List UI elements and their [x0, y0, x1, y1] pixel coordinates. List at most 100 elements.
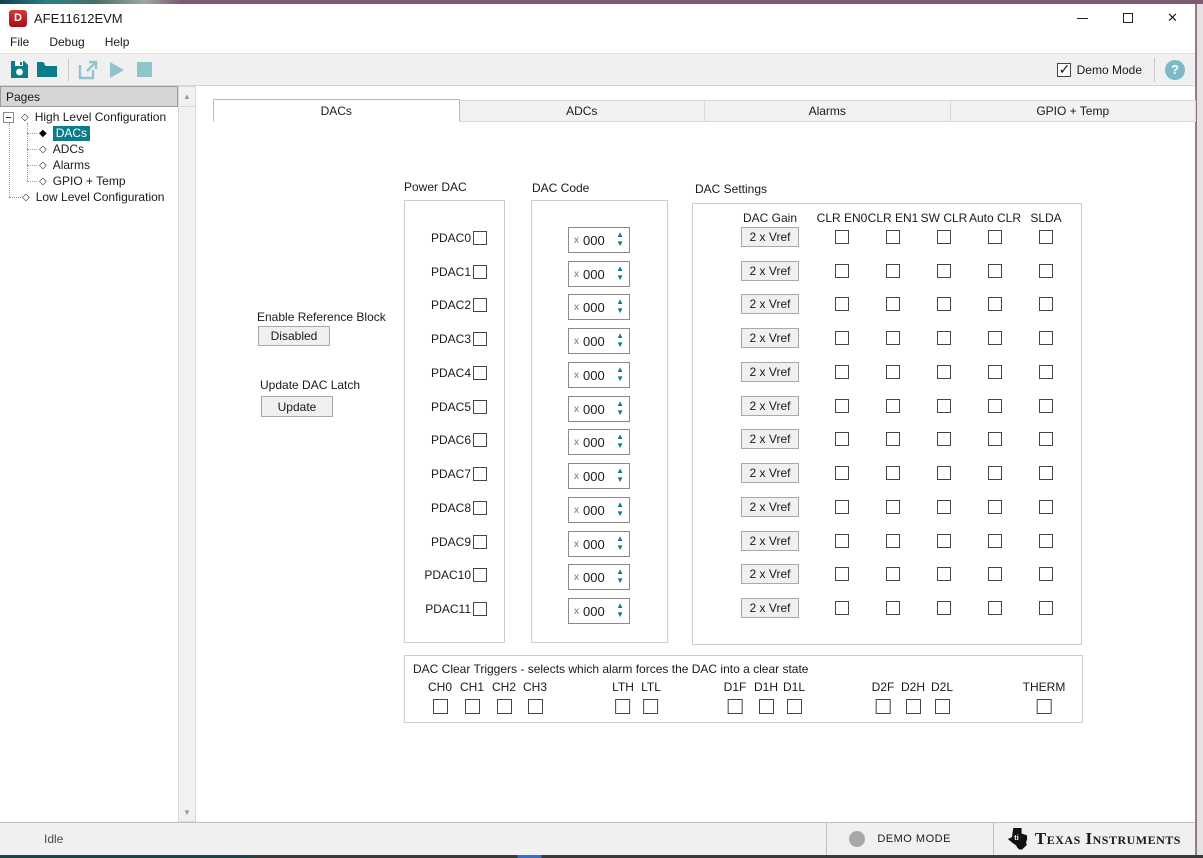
- dac-code-value[interactable]: 000: [583, 233, 605, 248]
- settings-checkbox-clr-en0[interactable]: [835, 399, 849, 413]
- settings-checkbox-clr-en0[interactable]: [835, 601, 849, 615]
- clear-trigger-checkbox-ch2[interactable]: [496, 699, 511, 714]
- settings-checkbox-slda[interactable]: [1039, 466, 1053, 480]
- tree-item-label[interactable]: ADCs: [53, 142, 84, 156]
- dac-gain-button[interactable]: 2 x Vref: [741, 497, 799, 517]
- settings-checkbox-clr-en0[interactable]: [835, 331, 849, 345]
- close-button[interactable]: ✕: [1150, 4, 1195, 32]
- settings-checkbox-auto-clr[interactable]: [988, 500, 1002, 514]
- dac-gain-button[interactable]: 2 x Vref: [741, 531, 799, 551]
- settings-checkbox-sw-clr[interactable]: [937, 365, 951, 379]
- run-button[interactable]: [105, 60, 127, 80]
- settings-checkbox-clr-en0[interactable]: [835, 297, 849, 311]
- settings-checkbox-slda[interactable]: [1039, 601, 1053, 615]
- sidebar-item-gpio-temp[interactable]: ◇GPIO + Temp: [39, 173, 126, 189]
- settings-checkbox-sw-clr[interactable]: [937, 432, 951, 446]
- settings-checkbox-clr-en0[interactable]: [835, 534, 849, 548]
- menu-help[interactable]: Help: [95, 33, 140, 52]
- settings-checkbox-slda[interactable]: [1039, 500, 1053, 514]
- clear-trigger-checkbox-d1l[interactable]: [786, 699, 801, 714]
- dac-code-spinner[interactable]: x000▲▼: [568, 261, 630, 287]
- settings-checkbox-sw-clr[interactable]: [937, 534, 951, 548]
- settings-checkbox-clr-en0[interactable]: [835, 567, 849, 581]
- dac-gain-button[interactable]: 2 x Vref: [741, 463, 799, 483]
- settings-checkbox-slda[interactable]: [1039, 567, 1053, 581]
- settings-checkbox-sw-clr[interactable]: [937, 466, 951, 480]
- spin-down-icon[interactable]: ▼: [616, 375, 624, 384]
- spin-down-icon[interactable]: ▼: [616, 409, 624, 418]
- clear-trigger-checkbox-therm[interactable]: [1036, 699, 1051, 714]
- menu-debug[interactable]: Debug: [39, 33, 94, 52]
- dac-code-spinner[interactable]: x000▲▼: [568, 497, 630, 523]
- settings-checkbox-sw-clr[interactable]: [937, 264, 951, 278]
- clear-trigger-checkbox-d2h[interactable]: [905, 699, 920, 714]
- settings-checkbox-auto-clr[interactable]: [988, 601, 1002, 615]
- settings-checkbox-clr-en0[interactable]: [835, 365, 849, 379]
- minimize-button[interactable]: [1060, 4, 1105, 32]
- settings-checkbox-clr-en1[interactable]: [886, 534, 900, 548]
- settings-checkbox-slda[interactable]: [1039, 331, 1053, 345]
- sidebar-item-dacs[interactable]: ◆DACs: [39, 125, 90, 141]
- clear-trigger-checkbox-ltl[interactable]: [643, 699, 658, 714]
- settings-checkbox-sw-clr[interactable]: [937, 567, 951, 581]
- spin-down-icon[interactable]: ▼: [616, 510, 624, 519]
- tree-item-label[interactable]: GPIO + Temp: [53, 174, 126, 188]
- dac-gain-button[interactable]: 2 x Vref: [741, 261, 799, 281]
- dac-code-spinner[interactable]: x000▲▼: [568, 328, 630, 354]
- clear-trigger-checkbox-ch0[interactable]: [432, 699, 447, 714]
- settings-checkbox-clr-en0[interactable]: [835, 264, 849, 278]
- settings-checkbox-sw-clr[interactable]: [937, 297, 951, 311]
- tab-alarms[interactable]: Alarms: [705, 100, 951, 122]
- settings-checkbox-clr-en1[interactable]: [886, 331, 900, 345]
- power-dac-checkbox-pdac5[interactable]: [473, 400, 487, 414]
- sidebar-scrollbar[interactable]: ▼: [178, 107, 196, 822]
- settings-checkbox-auto-clr[interactable]: [988, 399, 1002, 413]
- dac-gain-button[interactable]: 2 x Vref: [741, 294, 799, 314]
- spin-down-icon[interactable]: ▼: [616, 240, 624, 249]
- sidebar-item-adcs[interactable]: ◇ADCs: [39, 141, 84, 157]
- settings-checkbox-clr-en0[interactable]: [835, 230, 849, 244]
- tree-item-label[interactable]: Low Level Configuration: [36, 190, 165, 204]
- settings-checkbox-auto-clr[interactable]: [988, 432, 1002, 446]
- power-dac-checkbox-pdac6[interactable]: [473, 433, 487, 447]
- tree-item-label[interactable]: Alarms: [53, 158, 90, 172]
- clear-trigger-checkbox-d1h[interactable]: [758, 699, 773, 714]
- spin-down-icon[interactable]: ▼: [616, 611, 624, 620]
- clear-trigger-checkbox-ch1[interactable]: [464, 699, 479, 714]
- stop-button[interactable]: [133, 60, 155, 80]
- settings-checkbox-clr-en1[interactable]: [886, 601, 900, 615]
- dac-gain-button[interactable]: 2 x Vref: [741, 396, 799, 416]
- dac-code-spinner[interactable]: x000▲▼: [568, 598, 630, 624]
- settings-checkbox-slda[interactable]: [1039, 230, 1053, 244]
- settings-checkbox-sw-clr[interactable]: [937, 601, 951, 615]
- power-dac-checkbox-pdac1[interactable]: [473, 265, 487, 279]
- dac-code-value[interactable]: 000: [583, 300, 605, 315]
- settings-checkbox-auto-clr[interactable]: [988, 264, 1002, 278]
- maximize-button[interactable]: [1105, 4, 1150, 32]
- power-dac-checkbox-pdac3[interactable]: [473, 332, 487, 346]
- dac-code-value[interactable]: 000: [583, 503, 605, 518]
- settings-checkbox-slda[interactable]: [1039, 432, 1053, 446]
- settings-checkbox-auto-clr[interactable]: [988, 297, 1002, 311]
- settings-checkbox-slda[interactable]: [1039, 297, 1053, 311]
- settings-checkbox-slda[interactable]: [1039, 365, 1053, 379]
- clear-trigger-checkbox-ch3[interactable]: [527, 699, 542, 714]
- dac-code-spinner[interactable]: x000▲▼: [568, 294, 630, 320]
- dac-code-value[interactable]: 000: [583, 604, 605, 619]
- settings-checkbox-slda[interactable]: [1039, 534, 1053, 548]
- dac-gain-button[interactable]: 2 x Vref: [741, 598, 799, 618]
- power-dac-checkbox-pdac8[interactable]: [473, 501, 487, 515]
- power-dac-checkbox-pdac7[interactable]: [473, 467, 487, 481]
- scroll-up-button[interactable]: ▲: [178, 86, 196, 107]
- tree-collapse-icon[interactable]: [3, 112, 14, 123]
- tab-dacs[interactable]: DACs: [213, 99, 460, 122]
- reference-block-button[interactable]: Disabled: [258, 326, 330, 346]
- settings-checkbox-clr-en1[interactable]: [886, 264, 900, 278]
- scroll-down-button[interactable]: ▼: [179, 803, 195, 821]
- spin-down-icon[interactable]: ▼: [616, 442, 624, 451]
- dac-gain-button[interactable]: 2 x Vref: [741, 328, 799, 348]
- settings-checkbox-slda[interactable]: [1039, 264, 1053, 278]
- clear-trigger-checkbox-lth[interactable]: [616, 699, 631, 714]
- settings-checkbox-auto-clr[interactable]: [988, 534, 1002, 548]
- dac-code-spinner[interactable]: x000▲▼: [568, 463, 630, 489]
